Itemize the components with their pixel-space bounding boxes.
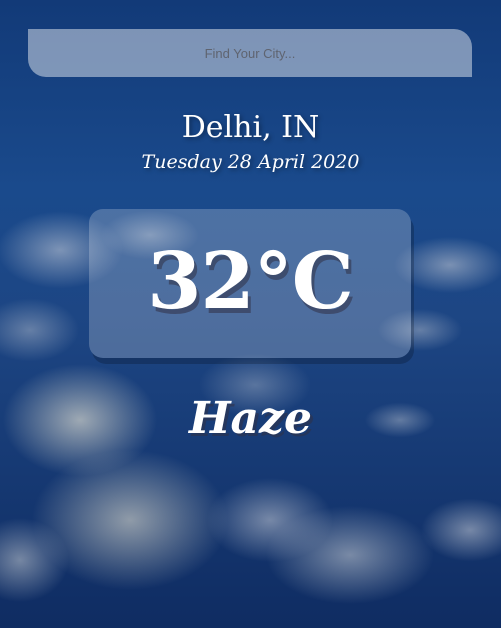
city-search-input[interactable] [28,29,472,77]
weather-app: Delhi, IN Tuesday 28 April 2020 32°C Haz… [0,0,501,628]
temperature-value: 32°C [147,236,354,327]
weather-condition: Haze [188,393,313,444]
temperature-card: 32°C [89,209,411,358]
location-name: Delhi, IN [181,110,320,145]
current-date: Tuesday 28 April 2020 [141,151,360,173]
